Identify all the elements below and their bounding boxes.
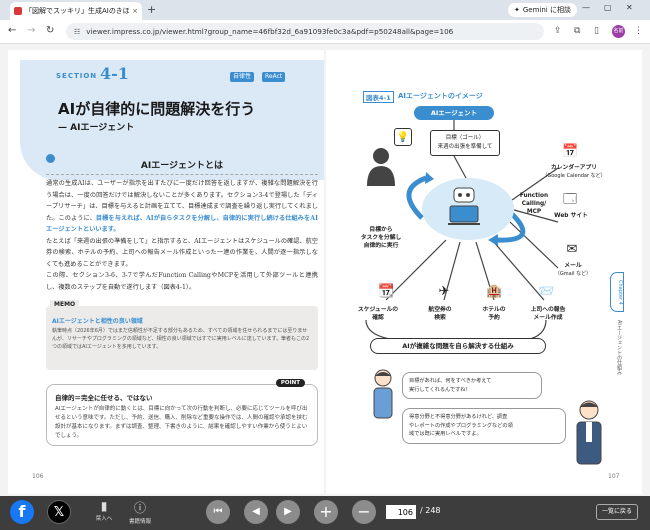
schedule-icon: 📆 bbox=[378, 284, 395, 299]
mail-sub: （Gmail など） bbox=[554, 271, 592, 277]
calendar-label: カレンダーアプリ bbox=[550, 165, 598, 171]
hotel-icon: 🏨 bbox=[486, 284, 503, 299]
mail-icon: ✉ bbox=[566, 242, 578, 257]
next-page-button[interactable]: ▶ bbox=[276, 500, 300, 524]
web-label: Web サイト bbox=[554, 213, 588, 219]
body-text: 通常の生成AIは、ユーザーが指示を出すたびに一度だけ回答を返しますが、複雑な問題… bbox=[46, 178, 318, 293]
bookmark-button[interactable]: ▮ 栞入へ bbox=[86, 499, 122, 522]
share-icon[interactable]: ⇪ bbox=[554, 26, 562, 36]
minimize-icon[interactable]: — bbox=[582, 3, 590, 12]
url-text: viewer.impress.co.jp/viewer.html?group_n… bbox=[86, 27, 454, 36]
section-label: SECTION bbox=[56, 72, 98, 80]
memo-body: 執筆時点（2026年6月）ではまだ信頼性が不足する部分もあるため、すべての領域を… bbox=[52, 328, 310, 350]
section-heading: AIエージェントとは bbox=[46, 158, 318, 175]
point-badge: POINT bbox=[275, 379, 305, 387]
maximize-icon[interactable]: ▢ bbox=[604, 3, 612, 12]
book-info-label: 書籍情報 bbox=[128, 519, 151, 525]
goal-text: 来週の出張を準備して bbox=[437, 144, 493, 150]
reader-character-icon bbox=[373, 369, 393, 419]
prev-page-button[interactable]: ◀ bbox=[244, 500, 268, 524]
tag-autonomy: 自律性 bbox=[230, 72, 255, 82]
close-window-icon[interactable]: ✕ bbox=[626, 3, 633, 12]
memo-box: MEMO AIエージェントと相性の良い領域 執筆時点（2026年6月）ではまだ信… bbox=[46, 300, 318, 370]
facebook-icon[interactable]: f bbox=[10, 500, 34, 524]
menu-icon[interactable]: ⋮ bbox=[634, 26, 643, 36]
page-number-left: 106 bbox=[32, 473, 44, 480]
book-info-button[interactable]: ⓘ 書籍情報 bbox=[122, 499, 158, 525]
calendar-sub: （Google Calendar など） bbox=[542, 173, 606, 179]
mail-tool: メール （Gmail など） bbox=[546, 262, 600, 278]
point-box: POINT 自律的＝完全に任せる、ではない AIエージェントが自律的に動くとは、… bbox=[46, 379, 318, 446]
address-bar[interactable]: ☷ viewer.impress.co.jp/viewer.html?group… bbox=[66, 23, 544, 40]
tab-bar: 「図解でスッキリ」生成AIのきほんが × + ✦ Gemini に相談 — ▢ … bbox=[0, 0, 650, 20]
mechanism-label: AIが複雑な問題を自ら解決する仕組み bbox=[370, 338, 546, 354]
chapter-side-text: AIエージェントの仕組み bbox=[616, 320, 622, 375]
left-page: SECTION 4-1 自律性 ReAct AIが自律的に問題解決を行う — A… bbox=[8, 50, 324, 494]
memo-title: AIエージェントと相性の良い領域 bbox=[52, 318, 143, 325]
task-report: 上司への報告 メール作成 bbox=[530, 307, 566, 321]
flight-icon: ✈ bbox=[438, 284, 450, 299]
gemini-label: Gemini に相談 bbox=[522, 6, 571, 14]
bookmark-label: 栞入へ bbox=[95, 516, 113, 522]
bookmark-icon: ▮ bbox=[100, 499, 108, 513]
info-icon: ⓘ bbox=[133, 501, 146, 515]
page-number-input[interactable] bbox=[386, 505, 416, 519]
speech-bubble-expert: 得意分野と不得意分野があるけれど、調査 やレポートの作成やプログラミングなどの領… bbox=[402, 408, 566, 444]
goal-label: 目標（ゴール） bbox=[445, 135, 485, 141]
x-icon[interactable]: 𝕏 bbox=[47, 500, 71, 524]
point-title: 自律的＝完全に任せる、ではない bbox=[55, 394, 153, 402]
browser-toolbar: ← → ↻ ☷ viewer.impress.co.jp/viewer.html… bbox=[0, 20, 650, 44]
profile-avatar[interactable]: 名前 bbox=[612, 25, 625, 38]
task-flight: 航空券の 検索 bbox=[428, 307, 452, 321]
para2: たとえば「来週の出張の準備をして」と指示すると、AIエージェントはスケジュールの… bbox=[46, 237, 318, 268]
site-info-icon[interactable]: ☷ bbox=[74, 28, 80, 36]
total-pages: / 248 bbox=[420, 506, 441, 515]
lightbulb-icon: 💡 bbox=[394, 128, 412, 146]
speech-bubble-reader: 目標があれば、何をすべきか考えて 実行してくれるんですね！ bbox=[402, 372, 542, 399]
back-to-list-button[interactable]: 一覧に戻る bbox=[596, 504, 638, 520]
user-icon bbox=[367, 148, 395, 186]
page-title: AIが自律的に問題解決を行う bbox=[58, 100, 256, 118]
tab-close-button[interactable]: × bbox=[132, 7, 138, 15]
back-icon[interactable]: ← bbox=[8, 25, 16, 36]
para3: この際、セクション3-6、3-7で学んだFunction CallingやMCP… bbox=[46, 272, 318, 291]
expert-character-icon bbox=[576, 400, 602, 465]
decompose-label: 目標から タスクを分解し 自律的に実行 bbox=[360, 227, 402, 249]
calendar-icon: 📅 bbox=[562, 144, 579, 159]
calendar-tool: カレンダーアプリ （Google Calendar など） bbox=[532, 164, 616, 180]
tag-react: ReAct bbox=[262, 72, 286, 82]
page-number-right: 107 bbox=[608, 473, 620, 480]
agent-label: AIエージェント bbox=[414, 106, 494, 120]
reload-icon[interactable]: ↻ bbox=[46, 25, 54, 36]
book-viewer: SECTION 4-1 自律性 ReAct AIが自律的に問題解決を行う — A… bbox=[0, 44, 650, 496]
first-page-button[interactable]: ⏮ bbox=[206, 500, 230, 524]
mail-label: メール bbox=[564, 263, 582, 269]
extensions-icon[interactable]: ⧉ bbox=[574, 26, 580, 36]
section-number: 4-1 bbox=[100, 64, 129, 83]
viewer-controls: f 𝕏 ▮ 栞入へ ⓘ 書籍情報 ⏮ ◀ ▶ + − / 248 一覧に戻る bbox=[0, 496, 650, 530]
web-icon: 🗔 bbox=[562, 192, 578, 207]
chapter-tab: Chapter 4 bbox=[610, 272, 624, 312]
gemini-icon: ✦ bbox=[514, 6, 520, 14]
tab-title: 「図解でスッキリ」生成AIのきほんが bbox=[25, 7, 130, 15]
browser-tab[interactable]: 「図解でスッキリ」生成AIのきほんが × bbox=[10, 2, 142, 20]
task-schedule: スケジュールの 確認 bbox=[357, 307, 399, 321]
zoom-out-button[interactable]: − bbox=[352, 500, 376, 524]
memo-header: MEMO bbox=[50, 300, 80, 309]
zoom-in-button[interactable]: + bbox=[314, 500, 338, 524]
right-page: 図表4-1 AIエージェントのイメージ AIエージェント 💡 目標（ゴール） 来… bbox=[326, 50, 642, 494]
page-subtitle: — AIエージェント bbox=[58, 123, 135, 133]
forward-icon[interactable]: → bbox=[27, 25, 35, 36]
new-tab-button[interactable]: + bbox=[147, 3, 156, 16]
gemini-button[interactable]: ✦ Gemini に相談 bbox=[508, 3, 577, 17]
goal-box: 目標（ゴール） 来週の出張を準備して bbox=[430, 130, 500, 156]
report-mail-icon: 📨 bbox=[538, 284, 555, 299]
favicon-icon bbox=[14, 7, 22, 15]
robot-icon bbox=[448, 187, 480, 225]
task-hotel: ホテルの 予約 bbox=[482, 307, 506, 321]
sidepanel-icon[interactable]: ▯ bbox=[594, 26, 599, 36]
point-body: AIエージェントが自律的に動くとは、目標に向かって次の行動を判断し、必要に応じて… bbox=[55, 406, 308, 439]
